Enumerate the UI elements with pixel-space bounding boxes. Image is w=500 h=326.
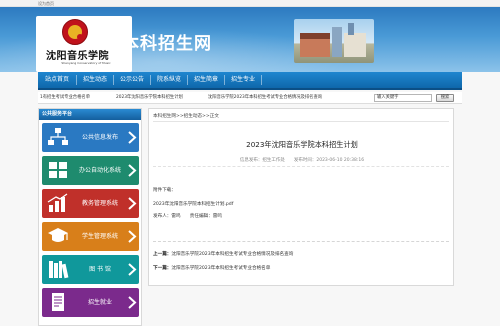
main-nav: 站点首页 招生动态 公示公告 院系纵览 招生简章 招生专业 (38, 72, 462, 90)
article-title: 2023年沈阳音乐学院本科招生计划 (246, 140, 358, 149)
chevron-right-icon (128, 296, 137, 309)
nav-item-news[interactable]: 招生动态 (77, 72, 113, 88)
prev-label: 上一篇： (153, 252, 172, 257)
article-meta: 信息发布：招生工作处 发布时间：2023-06-10 20:38:16 (239, 158, 365, 163)
ticker-link[interactable]: 1有招生考试专业合格名单 (40, 92, 90, 104)
divider (153, 121, 449, 122)
tile-public-info[interactable]: 公共信息发布 (42, 123, 139, 152)
attachment-link[interactable]: 2023年沈阳音乐学院本科招生计划.pdf (153, 201, 233, 207)
growth-chart-icon (47, 193, 68, 212)
tile-label: 公共信息发布 (81, 134, 118, 141)
site-title: 本科招生网 (122, 34, 212, 54)
news-ticker: 1有招生考试专业合格名单 2023年沈阳音乐学院本科招生计划 沈阳音乐学院202… (38, 92, 462, 104)
logo-subtitle: Shenyang Conservatory of Music (61, 61, 111, 65)
tile-label: 办公自动化系统 (78, 167, 121, 174)
nav-item-majors[interactable]: 招生专业 (225, 72, 261, 88)
next-article: 下一篇：沈阳音乐学院2023年本科招生考试专业合格名单 (153, 265, 270, 271)
ticker-link[interactable]: 2023年沈阳音乐学院本科招生计划 (116, 92, 183, 104)
office-automation-icon (49, 162, 67, 178)
graduation-cap-icon (48, 228, 68, 242)
article-panel: 本科招生网>>招生动态>>正文 2023年沈阳音乐学院本科招生计划 信息发布：招… (148, 108, 454, 286)
search-input[interactable]: 输入关键字 (374, 94, 432, 102)
top-bar: 设为首页 (0, 0, 500, 7)
document-icon (52, 293, 64, 311)
nav-item-departments[interactable]: 院系纵览 (151, 72, 187, 88)
books-icon (49, 261, 69, 279)
tile-student-management[interactable]: 学生管理系统 (42, 222, 139, 251)
tile-label: 图 书 馆 (89, 266, 111, 273)
next-article-link[interactable]: 沈阳音乐学院2023年本科招生考试专业合格名单 (171, 266, 270, 271)
campus-photo (294, 19, 374, 63)
tile-label: 学生管理系统 (81, 233, 118, 240)
tile-admission-employment[interactable]: 招生就业 (42, 288, 139, 317)
share-network-icon (48, 128, 68, 145)
nav-item-admission-guide[interactable]: 招生简章 (188, 72, 224, 88)
logo-text: 沈阳音乐学院 (46, 51, 109, 62)
chevron-right-icon (128, 263, 137, 276)
prev-article: 上一篇：沈阳音乐学院2023年本科招生考试专业合格情况及排名查询 (153, 251, 293, 257)
set-homepage-link[interactable]: 设为首页 (38, 0, 54, 7)
tile-label: 教务管理系统 (81, 200, 118, 207)
prev-article-link[interactable]: 沈阳音乐学院2023年本科招生考试专业合格情况及排名查询 (171, 252, 293, 257)
next-label: 下一篇： (153, 266, 172, 271)
ticker-link[interactable]: 沈阳音乐学院2023年本科招生考试专业合格情况及排名查询 (208, 92, 322, 104)
tile-academic-affairs[interactable]: 教务管理系统 (42, 189, 139, 218)
nav-item-home[interactable]: 站点首页 (38, 72, 76, 88)
tile-label: 招生就业 (87, 299, 112, 306)
divider (153, 166, 449, 167)
search-button[interactable]: 搜索 (436, 94, 454, 102)
chevron-right-icon (128, 131, 137, 144)
header-banner: 沈阳音乐学院 Shenyang Conservatory of Music 本科… (0, 7, 500, 72)
sidebar-heading: 公共服务平台 (39, 109, 141, 120)
publisher-info: 发布人：雷鸣 责任编辑：雷鸣 (153, 214, 222, 219)
service-sidebar: 公共服务平台 公共信息发布 办公自动化系统 教务管理系统 学生管理系统 图 书 … (38, 108, 142, 326)
breadcrumb[interactable]: 本科招生网>>招生动态>>正文 (153, 113, 219, 119)
divider (153, 241, 449, 242)
tile-office-automation[interactable]: 办公自动化系统 (42, 156, 139, 185)
attachment-label: 附件下载： (153, 188, 176, 193)
nav-item-announcements[interactable]: 公示公告 (114, 72, 150, 88)
chevron-right-icon (128, 197, 137, 210)
school-emblem-icon (62, 19, 88, 45)
chevron-right-icon (128, 164, 137, 177)
chevron-right-icon (128, 230, 137, 243)
tile-library[interactable]: 图 书 馆 (42, 255, 139, 284)
